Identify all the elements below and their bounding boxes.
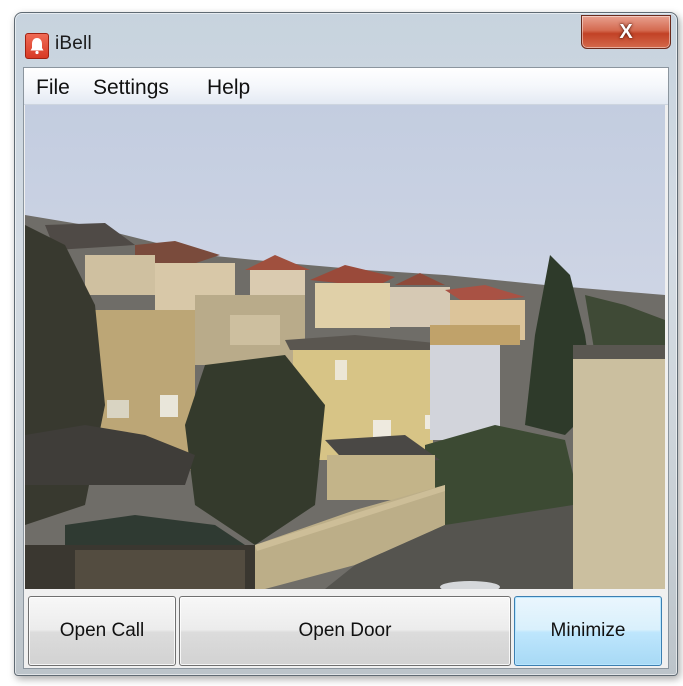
- open-door-button[interactable]: Open Door: [179, 596, 511, 666]
- bell-icon[interactable]: [25, 33, 49, 59]
- camera-image: [25, 105, 665, 589]
- menu-settings[interactable]: Settings: [93, 76, 169, 100]
- menu-file[interactable]: File: [36, 76, 70, 100]
- minimize-button[interactable]: Minimize: [514, 596, 662, 666]
- client-area: File Settings Help Open Call Open Door M…: [23, 67, 669, 669]
- open-call-button[interactable]: Open Call: [28, 596, 176, 666]
- camera-view: [25, 105, 665, 589]
- title-bar[interactable]: iBell X: [15, 13, 677, 67]
- window-title: iBell: [55, 33, 92, 54]
- menu-help[interactable]: Help: [207, 76, 250, 100]
- button-row: Open Call Open Door Minimize: [24, 591, 668, 667]
- menu-bar: File Settings Help: [24, 68, 668, 105]
- close-button[interactable]: X: [581, 15, 671, 49]
- app-window: iBell X File Settings Help Open Call Ope…: [14, 12, 678, 676]
- close-icon: X: [619, 20, 633, 43]
